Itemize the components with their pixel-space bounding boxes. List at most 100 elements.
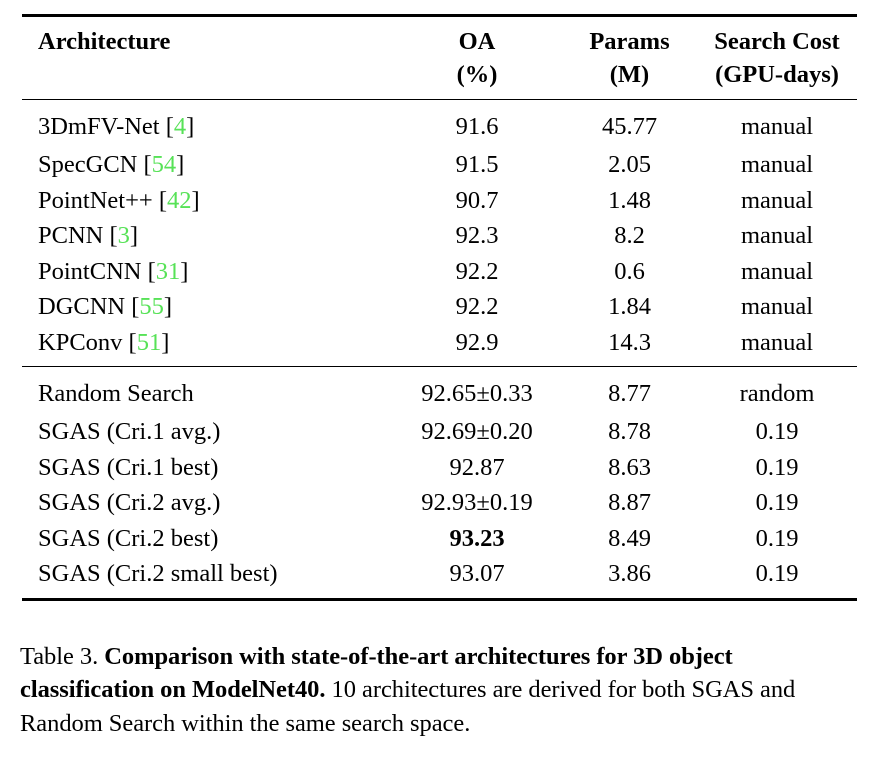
cell-params-value-text: 2.05: [608, 151, 651, 179]
citation-bracket-open: [: [143, 151, 152, 179]
cell-params-value-text: 3.86: [608, 560, 651, 588]
cell-oa-value: 93.07: [392, 556, 562, 599]
table-top-rule: Architecture OA (%) Params (M) Search Co…: [22, 13, 857, 100]
cell-oa-value-text: 92.93±0.19: [421, 489, 533, 517]
architecture-name: 3DmFV-Net: [38, 113, 160, 141]
cell-oa-value: 92.2: [392, 254, 562, 290]
column-header-search-cost: Search Cost (GPU-days): [697, 13, 857, 100]
cell-params-value-text: 8.2: [614, 222, 645, 250]
cell-oa-value-text: 92.87: [449, 453, 505, 481]
architecture-name: SGAS (Cri.2 avg.): [38, 489, 221, 517]
cell-search-cost-value: manual: [697, 254, 857, 290]
cell-oa-value: 92.93±0.19: [392, 485, 562, 521]
citation-bracket-close: ]: [186, 113, 195, 141]
table-row: SGAS (Cri.2 avg.) 92.93±0.19 8.87 0.19: [22, 485, 857, 521]
cell-architecture: SpecGCN [54]: [22, 147, 392, 183]
cell-params-value: 0.6: [562, 254, 697, 290]
table-row: KPConv [51] 92.9 14.3 manual: [22, 325, 857, 367]
cell-search-cost-value: 0.19: [697, 521, 857, 557]
cell-params-value: 1.84: [562, 289, 697, 325]
cell-architecture: KPConv [51]: [22, 325, 392, 367]
cell-params-value: 45.77: [562, 99, 697, 148]
cell-architecture: 3DmFV-Net [4]: [22, 99, 392, 148]
cell-search-cost-value-text: manual: [740, 113, 814, 141]
cell-params-value-text: 45.77: [601, 113, 658, 141]
citation-link[interactable]: 3: [118, 222, 130, 249]
table-figure-page: Architecture OA (%) Params (M) Search Co…: [0, 0, 876, 764]
citation-bracket-close: ]: [191, 186, 200, 214]
citation-bracket-close: ]: [129, 222, 139, 250]
architecture-name: Random Search: [38, 380, 194, 408]
table-row: SGAS (Cri.2 small best) 93.07 3.86 0.19: [22, 556, 857, 599]
table-row: PCNN [3] 92.3 8.2 manual: [22, 218, 857, 254]
column-header-oa: OA (%): [392, 13, 562, 100]
citation-link[interactable]: 42: [167, 187, 192, 214]
cell-architecture: SGAS (Cri.2 best): [22, 521, 392, 557]
table-bottom-rule-body: [22, 598, 857, 602]
cell-params-value: 2.05: [562, 147, 697, 183]
architecture-name: SpecGCN: [38, 151, 138, 179]
column-header-search-cost-line1: Search Cost: [714, 28, 840, 55]
column-header-params: Params (M): [562, 13, 697, 100]
cell-architecture: PCNN [3]: [22, 218, 392, 254]
citation-bracket-open: [: [158, 186, 168, 214]
column-header-params-line2: (M): [609, 60, 650, 88]
cell-params-value: 8.49: [562, 521, 697, 557]
cell-params-value-text: 8.87: [608, 489, 651, 517]
citation-link[interactable]: 31: [156, 258, 181, 285]
cell-params-value: 8.77: [562, 366, 697, 415]
cell-oa-value-text: 93.07: [449, 560, 505, 588]
cell-params-value: 1.48: [562, 183, 697, 219]
caption-label: Table 3.: [20, 643, 99, 670]
cell-search-cost-value: manual: [697, 325, 857, 367]
bottom-rule-cell: [22, 598, 857, 602]
cell-oa-value: 92.3: [392, 218, 562, 254]
cell-search-cost-value-text: manual: [740, 186, 814, 214]
table-row: SpecGCN [54] 91.5 2.05 manual: [22, 147, 857, 183]
cell-oa-value-text: 92.65±0.33: [421, 380, 533, 408]
cell-params-value-text: 8.77: [608, 380, 651, 408]
table-bottom-rule: [22, 598, 857, 602]
citation-link[interactable]: 51: [137, 329, 162, 356]
architecture-name: SGAS (Cri.1 avg.): [38, 418, 221, 446]
table-body-manual-architectures: 3DmFV-Net [4] 91.6 45.77 manual SpecGCN [54]…: [22, 99, 857, 367]
column-header-architecture-line2: [38, 59, 392, 92]
citation-bracket-open: [: [147, 257, 156, 285]
cell-oa-value-text: 92.9: [455, 328, 499, 356]
table-row: 3DmFV-Net [4] 91.6 45.77 manual: [22, 99, 857, 148]
column-header-architecture-line1: Architecture: [38, 28, 171, 55]
column-header-oa-line2: (%): [456, 60, 498, 88]
citation-link[interactable]: 4: [174, 113, 186, 140]
cell-architecture: PointCNN [31]: [22, 254, 392, 290]
cell-oa-value-text: 92.2: [455, 293, 499, 321]
column-header-architecture: Architecture: [22, 13, 392, 100]
table-body-searched-architectures: Random Search 92.65±0.33 8.77 random SGAS (C…: [22, 366, 857, 600]
cell-oa-value: 92.69±0.20: [392, 414, 562, 450]
citation-bracket-open: [: [165, 113, 174, 141]
cell-search-cost-value: manual: [697, 99, 857, 148]
cell-oa-value-text: 93.23: [449, 524, 505, 552]
cell-oa-value: 92.65±0.33: [392, 366, 562, 415]
table-row: PointCNN [31] 92.2 0.6 manual: [22, 254, 857, 290]
table-3-container: Architecture OA (%) Params (M) Search Co…: [22, 13, 857, 602]
cell-search-cost-value-text: manual: [740, 293, 814, 321]
cell-params-value-text: 0.6: [614, 257, 645, 285]
cell-search-cost-value-text: manual: [740, 257, 814, 285]
cell-search-cost-value-text: 0.19: [755, 560, 799, 588]
table-row: SGAS (Cri.1 avg.) 92.69±0.20 8.78 0.19: [22, 414, 857, 450]
cell-search-cost-value: manual: [697, 147, 857, 183]
architecture-name: DGCNN: [38, 293, 126, 321]
cell-search-cost-value-text: manual: [740, 328, 814, 356]
cell-oa-value: 92.2: [392, 289, 562, 325]
architecture-name: PCNN: [38, 222, 104, 250]
architecture-name: SGAS (Cri.2 small best): [38, 560, 278, 588]
cell-search-cost-value: 0.19: [697, 414, 857, 450]
citation-link[interactable]: 54: [152, 151, 177, 178]
cell-architecture: Random Search: [22, 366, 392, 415]
cell-search-cost-value-text: 0.19: [755, 524, 799, 552]
cell-params-value-text: 8.63: [608, 453, 651, 481]
citation-link[interactable]: 55: [139, 293, 164, 320]
architecture-name: PointNet++: [38, 186, 153, 214]
table-caption: Table 3. Comparison with state-of-the-ar…: [20, 640, 865, 740]
cell-architecture: SGAS (Cri.1 avg.): [22, 414, 392, 450]
